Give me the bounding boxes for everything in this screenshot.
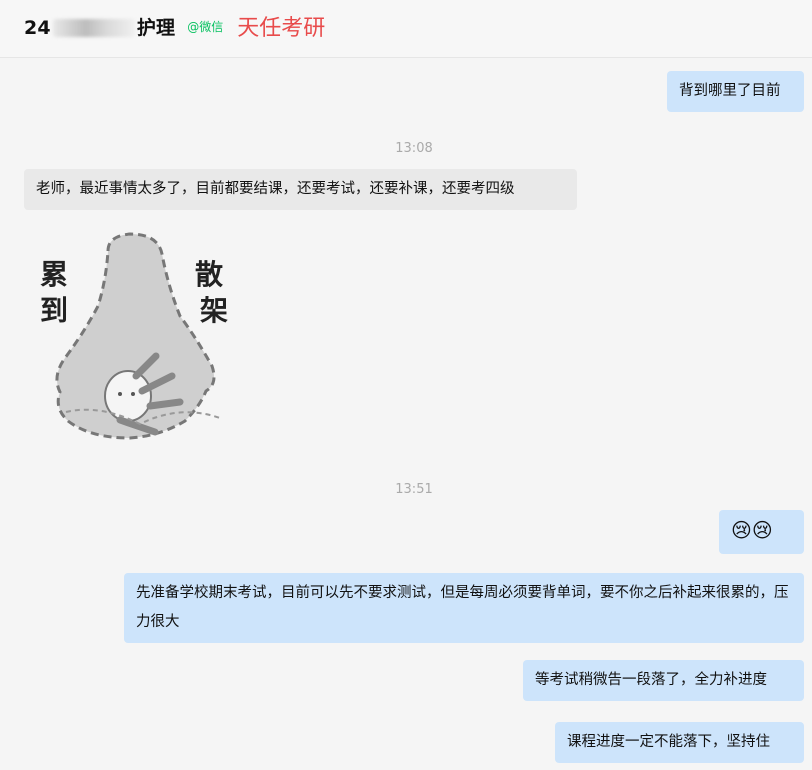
message-bubble-right[interactable]: 😢😢 xyxy=(719,510,804,554)
message-text: 等考试稍微告一段落了，全力补进度 xyxy=(535,672,767,688)
chat-header: 24 护理 @微信 天任考研 xyxy=(0,0,812,58)
chat-window: 24 护理 @微信 天任考研 背到哪里了目前 13:08 老师，最近事情太多了，目… xyxy=(0,0,812,770)
message-text: 先准备学校期末考试，目前可以先不要求测试，但是每周必须要背单词，要不你之后补起来… xyxy=(136,585,789,630)
timestamp: 13:51 xyxy=(395,482,433,497)
sticker-text-left-1: 累 xyxy=(40,258,68,291)
message-text: 背到哪里了目前 xyxy=(679,83,781,99)
message-list[interactable]: 背到哪里了目前 13:08 老师，最近事情太多了，目前都要结课，还要考试，还要补… xyxy=(0,58,812,770)
wechat-tag: @微信 xyxy=(187,19,224,34)
crying-emoji: 😢😢 xyxy=(731,518,773,542)
message-bubble-right[interactable]: 等考试稍微告一段落了，全力补进度 xyxy=(523,660,804,701)
message-bubble-right[interactable]: 先准备学校期末考试，目前可以先不要求测试，但是每周必须要背单词，要不你之后补起来… xyxy=(124,573,804,643)
chat-title-area: 24 护理 @微信 天任考研 xyxy=(24,10,325,42)
sticker-text-left-2: 到 xyxy=(40,294,68,327)
message-bubble-right[interactable]: 背到哪里了目前 xyxy=(667,71,804,112)
timestamp: 13:08 xyxy=(395,141,433,156)
sticker-message[interactable]: 累 到 散 架 xyxy=(30,226,240,450)
message-bubble-left[interactable]: 老师，最近事情太多了，目前都要结课，还要考试，还要补课，还要考四级 xyxy=(24,169,577,210)
chat-name[interactable]: 24 护理 xyxy=(24,13,175,40)
watermark: 天任考研 xyxy=(237,16,326,41)
bunny-eye-left xyxy=(118,392,122,396)
sticker-text-right-1: 散 xyxy=(195,258,223,291)
sticker-image: 累 到 散 架 xyxy=(40,232,228,440)
message-bubble-right[interactable]: 课程进度一定不能落下，坚持住 xyxy=(555,722,804,763)
chat-name-suffix: 护理 xyxy=(136,16,176,39)
bunny-eye-right xyxy=(131,392,135,396)
message-text: 课程进度一定不能落下，坚持住 xyxy=(567,734,770,750)
message-text: 老师，最近事情太多了，目前都要结课，还要考试，还要补课，还要考四级 xyxy=(36,181,515,197)
sticker-text-right-2: 架 xyxy=(200,294,228,327)
redaction-blur xyxy=(52,19,135,37)
chat-name-prefix: 24 xyxy=(24,16,51,39)
